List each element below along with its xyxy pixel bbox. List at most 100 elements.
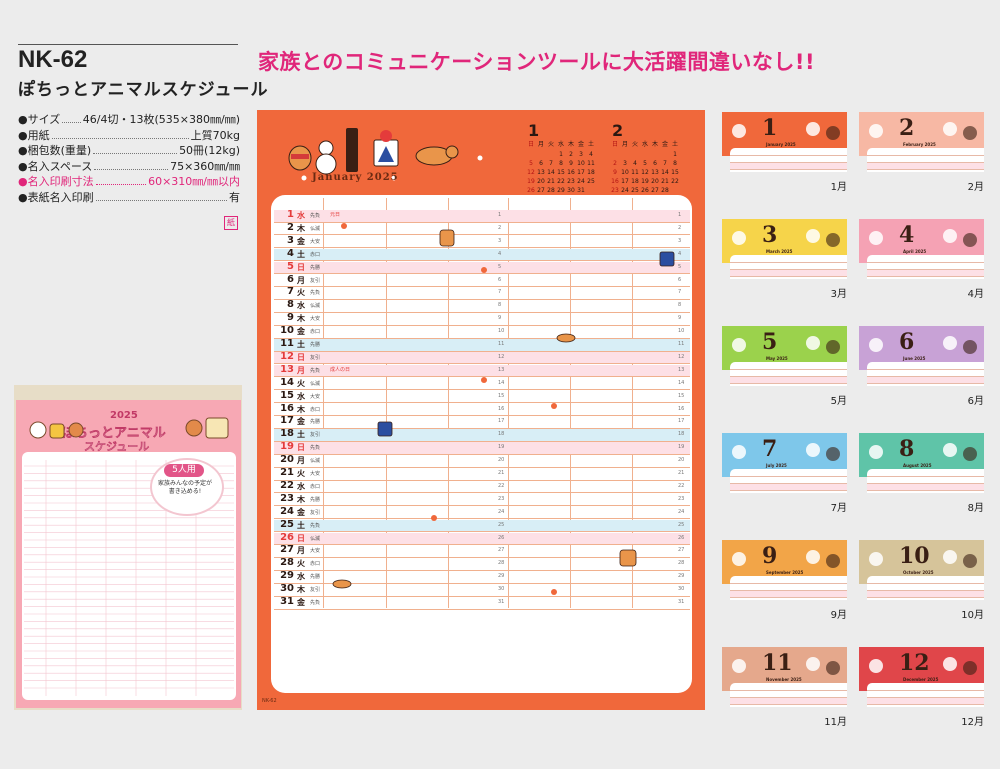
weekday: 月	[297, 546, 305, 556]
month-thumbnail-number: 1	[762, 115, 778, 141]
mini-day: 29	[557, 187, 565, 194]
mini-day: 14	[661, 169, 669, 176]
day-number: 1	[287, 209, 294, 220]
row-line	[867, 276, 984, 277]
mini-day: 9	[569, 160, 573, 167]
mini-day: 2	[613, 160, 617, 167]
spec-leader	[95, 184, 147, 185]
row-line	[867, 269, 984, 270]
mini-day: 10	[577, 160, 585, 167]
mini-day: 22	[557, 178, 565, 185]
rokuyo: 先負	[310, 290, 321, 297]
paper-badge: 紙	[224, 216, 238, 230]
spec-list: ●サイズ 46/4切・13枚(535×380㎜/㎜) ●用紙 上質70kg ●梱包数(重…	[18, 112, 240, 205]
row-line	[730, 262, 847, 263]
spec-label: ●表紙名入印刷	[18, 190, 94, 204]
day-number: 11	[280, 338, 294, 349]
month-thumbnail-number: 5	[762, 329, 778, 355]
month-thumbnail-number: 9	[762, 543, 778, 569]
mini-day: 24	[621, 187, 629, 194]
mini-calendar-week: 5 6 7 8 9 10 11	[526, 160, 596, 167]
mini-day: 9	[613, 169, 617, 176]
month-thumbnail-name: November 2025	[766, 677, 802, 682]
month-thumbnail: 9 September 2025	[722, 540, 847, 600]
day-number: 23	[280, 492, 294, 504]
day-number: 28	[280, 557, 294, 569]
animal-sticker-icon	[943, 443, 957, 457]
mini-day: 11	[587, 160, 595, 167]
row-line	[867, 369, 984, 370]
mini-day: 30	[567, 187, 575, 194]
mini-day: 13	[537, 169, 545, 176]
mini-day	[630, 151, 640, 158]
row-line	[867, 590, 984, 591]
spec-row: ●名入スペース 75×360㎜/㎜	[18, 159, 240, 175]
rokuyo: 赤口	[310, 329, 321, 336]
row-line	[730, 155, 847, 156]
month-thumbnail: 2 February 2025	[859, 112, 984, 172]
row-line	[867, 383, 984, 384]
animal-sticker-icon	[732, 124, 746, 138]
mini-day: 24	[577, 178, 585, 185]
mini-weekday: 水	[641, 141, 648, 148]
weekday: 土	[297, 520, 305, 530]
day-number: 24	[280, 505, 294, 517]
mini-day: 27	[651, 187, 659, 194]
mini-day: 3	[623, 160, 627, 167]
animal-sticker-icon	[732, 659, 746, 673]
mini-weekday: 木	[651, 141, 658, 148]
mini-day	[660, 151, 670, 158]
row-line	[730, 597, 847, 598]
rokuyo: 先負	[310, 445, 321, 452]
month-label: 5月	[830, 396, 847, 407]
mini-calendar-month: 1	[528, 121, 540, 140]
mini-calendar-weekdays: 日月火水木金土	[610, 141, 680, 148]
animal-sticker-icon	[806, 657, 820, 671]
day-number: 25	[280, 518, 294, 530]
mini-day: 17	[621, 178, 629, 185]
mini-day: 23	[567, 178, 575, 185]
row-line	[867, 262, 984, 263]
mini-day: 16	[611, 178, 619, 185]
animal-sticker-icon	[963, 554, 977, 568]
mini-weekday: 日	[611, 141, 618, 148]
mini-day: 6	[539, 160, 543, 167]
mini-day: 20	[651, 178, 659, 185]
weekday: 金	[297, 417, 305, 427]
row-line	[730, 583, 847, 584]
rokuyo: 友引	[310, 432, 321, 439]
weekday: 月	[297, 365, 305, 375]
rokuyo: 赤口	[310, 406, 321, 413]
rokuyo: 友引	[310, 587, 321, 594]
row-line	[730, 590, 847, 591]
spec-value: 46/4切・13枚(535×380㎜/㎜)	[82, 113, 240, 126]
weekday: 金	[297, 598, 305, 607]
animal-sticker-icon	[826, 447, 840, 461]
animal-sticker-icon	[806, 443, 820, 457]
mini-day: 4	[633, 160, 637, 167]
row-line	[730, 383, 847, 384]
row-illustrations	[332, 223, 675, 595]
rokuyo: 先負	[310, 367, 321, 374]
month-thumbnail-name: October 2025	[903, 570, 934, 575]
month-thumbnail: 8 August 2025	[859, 433, 984, 493]
mini-day: 22	[671, 178, 679, 185]
month-label: 10月	[961, 610, 984, 621]
weekday: 木	[297, 314, 305, 324]
rokuyo: 仏滅	[310, 303, 321, 310]
spec-leader	[95, 199, 227, 201]
animal-sticker-icon	[826, 340, 840, 354]
cover-badge-text: 家族みんなの予定が書き込める!	[157, 480, 212, 495]
mini-day: 19	[527, 178, 535, 185]
month-thumbnail: 7 July 2025	[722, 433, 847, 493]
month-thumbnail-name: April 2025	[903, 249, 927, 254]
mini-day	[546, 151, 556, 158]
rokuyo: 友引	[310, 509, 321, 516]
mini-weekday: 月	[537, 141, 544, 148]
rokuyo: 赤口	[310, 561, 321, 568]
spec-label: ●用紙	[18, 128, 50, 142]
rokuyo: 先勝	[310, 496, 321, 503]
weekday: 水	[297, 301, 305, 311]
spec-row: ●名入印刷寸法 60×310㎜/㎜以内	[18, 174, 240, 190]
spec-label: ●名入印刷寸法	[18, 175, 94, 188]
